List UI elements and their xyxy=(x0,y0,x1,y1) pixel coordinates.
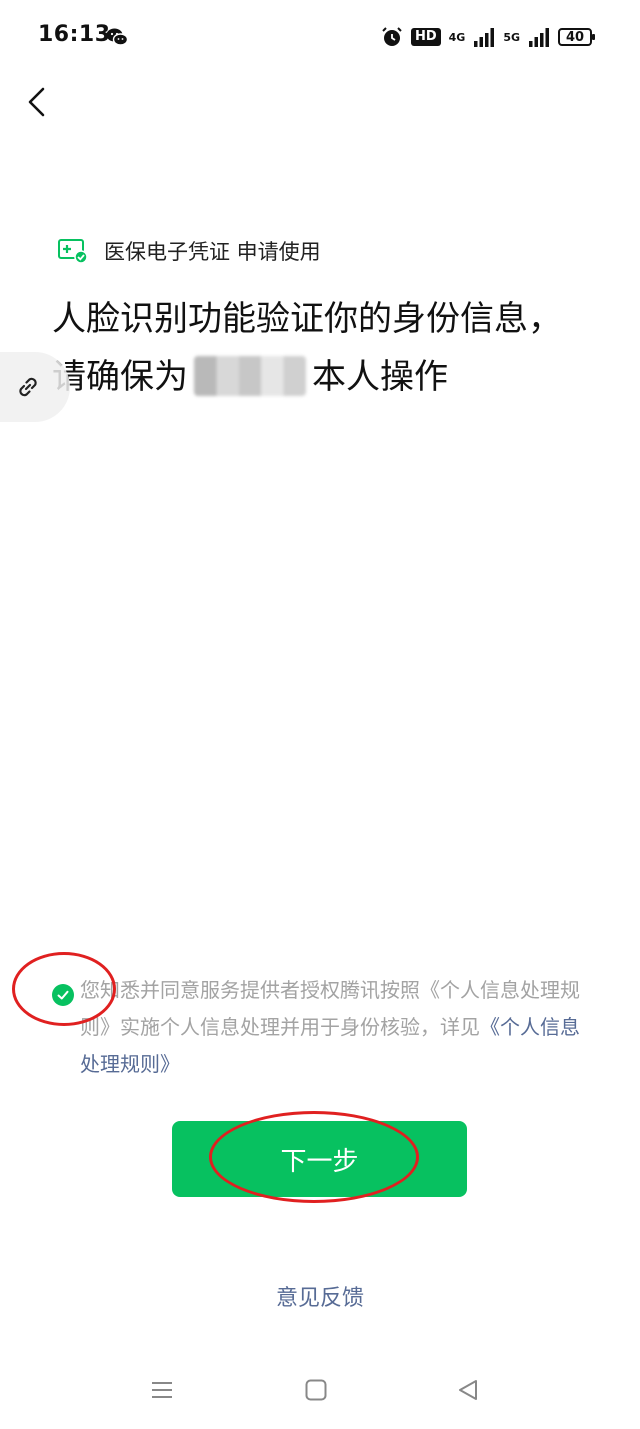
battery-indicator: 40 xyxy=(558,28,595,46)
chevron-left-icon xyxy=(28,87,45,117)
annotation-circle-checkbox xyxy=(12,952,116,1026)
medical-card-icon xyxy=(58,239,88,264)
back-button[interactable] xyxy=(18,84,54,120)
status-time: 16:13 xyxy=(38,22,111,47)
signal-icon xyxy=(529,28,549,47)
status-bar: 16:13 HD 4G 5G 40 xyxy=(0,0,640,72)
hd-badge: HD xyxy=(410,28,441,46)
headline-line-2: 请确保为 本人操作 xyxy=(52,348,612,406)
service-row: 医保电子凭证 申请使用 xyxy=(58,236,321,266)
link-icon xyxy=(19,377,37,397)
system-nav-bar xyxy=(0,1360,640,1420)
wechat-icon xyxy=(106,28,128,46)
page-title: 人脸识别功能验证你的身份信息， 请确保为 本人操作 xyxy=(52,290,612,406)
blurred-name xyxy=(194,356,306,396)
status-icons: HD 4G 5G 40 xyxy=(381,22,595,52)
signal-icon xyxy=(474,28,495,47)
floating-link-button[interactable] xyxy=(0,352,70,422)
network-5g-label: 5G xyxy=(503,30,520,44)
consent-block: 您知悉并同意服务提供者授权腾讯按照《个人信息处理规则》实施个人信息处理并用于身份… xyxy=(50,972,590,1083)
network-4g-label: 4G xyxy=(448,30,466,44)
home-icon[interactable] xyxy=(304,1378,328,1402)
back-triangle-icon[interactable] xyxy=(456,1378,480,1402)
menu-icon[interactable] xyxy=(150,1378,174,1402)
alarm-icon xyxy=(382,27,402,46)
consent-text: 您知悉并同意服务提供者授权腾讯按照《个人信息处理规则》实施个人信息处理并用于身份… xyxy=(80,972,590,1083)
feedback-link[interactable]: 意见反馈 xyxy=(0,1280,640,1312)
service-name: 医保电子凭证 申请使用 xyxy=(104,240,321,264)
headline-prefix: 请确保为 xyxy=(52,357,188,397)
headline-line-1: 人脸识别功能验证你的身份信息， xyxy=(52,299,562,339)
headline-suffix: 本人操作 xyxy=(312,357,448,397)
annotation-circle-next xyxy=(209,1111,419,1203)
